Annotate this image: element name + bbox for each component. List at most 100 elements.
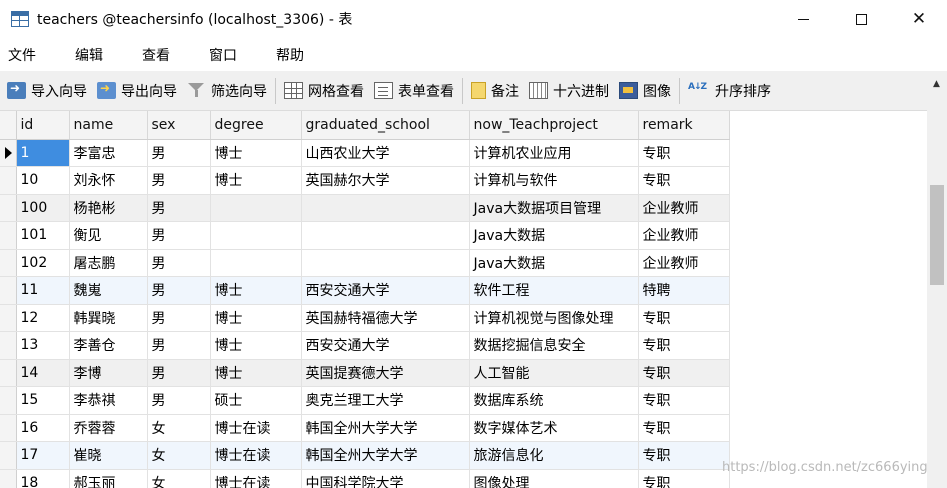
table-cell-remark[interactable]: 专职 <box>638 331 730 360</box>
table-cell-remark[interactable]: 企业教师 <box>638 221 730 250</box>
table-cell-now-teachproject[interactable]: Java大数据 <box>469 249 639 277</box>
table-cell-remark[interactable]: 企业教师 <box>638 194 730 222</box>
row-marker[interactable] <box>0 359 17 387</box>
table-cell-graduated-school[interactable]: 西安交通大学 <box>301 331 470 360</box>
table-cell-id[interactable]: 12 <box>16 304 70 332</box>
table-cell-now-teachproject[interactable]: 图像处理 <box>469 469 639 488</box>
maximize-button[interactable] <box>832 0 890 38</box>
menu-window[interactable]: 窗口 <box>201 45 237 65</box>
table-cell-graduated-school[interactable]: 英国赫尔大学 <box>301 166 470 195</box>
table-cell-degree[interactable]: 博士 <box>210 276 302 305</box>
table-cell-sex[interactable]: 男 <box>147 359 211 387</box>
menu-view[interactable]: 查看 <box>134 45 170 65</box>
row-marker[interactable] <box>0 441 17 470</box>
table-cell-name[interactable]: 乔蓉蓉 <box>69 414 148 442</box>
row-marker[interactable] <box>0 469 17 488</box>
table-cell-id[interactable]: 100 <box>16 194 70 222</box>
table-cell-name[interactable]: 崔晓 <box>69 441 148 470</box>
row-marker[interactable] <box>0 331 17 360</box>
table-cell-remark[interactable]: 专职 <box>638 166 730 195</box>
table-cell-remark[interactable]: 专职 <box>638 469 730 488</box>
table-cell-name[interactable]: 李博 <box>69 359 148 387</box>
export-wizard-button[interactable]: 导出向导 <box>97 76 177 106</box>
scrollbar-thumb[interactable] <box>930 185 944 285</box>
table-cell-sex[interactable]: 女 <box>147 441 211 470</box>
column-header-graduated-school[interactable]: graduated_school <box>301 111 470 140</box>
table-cell-now-teachproject[interactable]: 软件工程 <box>469 276 639 305</box>
grid-view-button[interactable]: 网格查看 <box>284 76 364 106</box>
table-cell-id[interactable]: 10 <box>16 166 70 195</box>
table-cell-sex[interactable]: 男 <box>147 304 211 332</box>
table-cell-sex[interactable]: 男 <box>147 194 211 222</box>
column-header-name[interactable]: name <box>69 111 148 140</box>
table-cell-id[interactable]: 16 <box>16 414 70 442</box>
table-row[interactable]: 13 李善仓男博士 西安交通大学 数据挖掘信息安全 专职 <box>0 331 730 360</box>
table-cell-sex[interactable]: 女 <box>147 469 211 488</box>
row-marker[interactable] <box>0 276 17 305</box>
table-cell-id[interactable]: 13 <box>16 331 70 360</box>
table-cell-graduated-school[interactable]: 中国科学院大学 <box>301 469 470 488</box>
table-cell-graduated-school[interactable]: 韩国全州大学大学 <box>301 414 470 442</box>
table-row[interactable]: 101 衡见男 Java大数据 企业教师 <box>0 221 730 250</box>
column-header-now-teachproject[interactable]: now_Teachproject <box>469 111 639 140</box>
row-marker[interactable] <box>0 194 17 222</box>
table-cell-degree[interactable]: 博士 <box>210 331 302 360</box>
table-cell-now-teachproject[interactable]: 人工智能 <box>469 359 639 387</box>
table-cell-graduated-school[interactable]: 山西农业大学 <box>301 139 470 167</box>
table-cell-name[interactable]: 李善仓 <box>69 331 148 360</box>
table-cell-name[interactable]: 屠志鹏 <box>69 249 148 277</box>
table-cell-name[interactable]: 李恭祺 <box>69 386 148 415</box>
form-view-button[interactable]: 表单查看 <box>374 76 454 106</box>
table-cell-id[interactable]: 17 <box>16 441 70 470</box>
table-cell-degree[interactable] <box>210 221 302 250</box>
table-cell-remark[interactable]: 专职 <box>638 441 730 470</box>
row-marker[interactable] <box>0 414 17 442</box>
table-cell-now-teachproject[interactable]: 旅游信息化 <box>469 441 639 470</box>
table-cell-id[interactable]: 15 <box>16 386 70 415</box>
import-wizard-button[interactable]: 导入向导 <box>7 76 87 106</box>
column-header-degree[interactable]: degree <box>210 111 302 140</box>
menu-file[interactable]: 文件 <box>0 45 36 65</box>
table-cell-sex[interactable]: 男 <box>147 166 211 195</box>
table-cell-id[interactable]: 102 <box>16 249 70 277</box>
table-row[interactable]: 12 韩巽晓男博士 英国赫特福德大学 计算机视觉与图像处理 专职 <box>0 304 730 332</box>
table-row[interactable]: 15 李恭祺男硕士 奥克兰理工大学 数据库系统 专职 <box>0 386 730 415</box>
table-cell-graduated-school[interactable]: 奥克兰理工大学 <box>301 386 470 415</box>
table-cell-graduated-school[interactable] <box>301 221 470 250</box>
table-cell-degree[interactable] <box>210 194 302 222</box>
table-cell-now-teachproject[interactable]: Java大数据 <box>469 221 639 250</box>
table-cell-sex[interactable]: 男 <box>147 249 211 277</box>
row-marker[interactable] <box>0 249 17 277</box>
table-cell-graduated-school[interactable]: 英国赫特福德大学 <box>301 304 470 332</box>
memo-button[interactable]: 备注 <box>471 76 519 106</box>
vertical-scrollbar[interactable]: ▲ <box>927 71 947 488</box>
sort-ascending-button[interactable]: 升序排序 <box>688 76 771 106</box>
table-cell-remark[interactable]: 特聘 <box>638 276 730 305</box>
table-cell-degree[interactable]: 博士 <box>210 139 302 167</box>
table-cell-remark[interactable]: 专职 <box>638 304 730 332</box>
table-cell-now-teachproject[interactable]: 计算机农业应用 <box>469 139 639 167</box>
hex-button[interactable]: 十六进制 <box>529 76 609 106</box>
table-cell-name[interactable]: 刘永怀 <box>69 166 148 195</box>
column-header-id[interactable]: id <box>16 111 70 140</box>
scroll-up-icon[interactable]: ▲ <box>933 79 940 89</box>
table-cell-degree[interactable]: 博士 <box>210 304 302 332</box>
table-cell-id[interactable]: 11 <box>16 276 70 305</box>
table-cell-id[interactable]: 1 <box>16 139 70 167</box>
column-header-remark[interactable]: remark <box>638 111 730 140</box>
table-cell-sex[interactable]: 男 <box>147 386 211 415</box>
table-row[interactable]: 1 李富忠男博士 山西农业大学 计算机农业应用 专职 <box>0 139 730 167</box>
table-cell-name[interactable]: 杨艳彬 <box>69 194 148 222</box>
table-cell-degree[interactable]: 博士 <box>210 166 302 195</box>
table-cell-degree[interactable]: 博士在读 <box>210 469 302 488</box>
row-marker[interactable] <box>0 139 17 167</box>
table-cell-graduated-school[interactable] <box>301 249 470 277</box>
table-cell-name[interactable]: 韩巽晓 <box>69 304 148 332</box>
table-cell-sex[interactable]: 男 <box>147 331 211 360</box>
table-row[interactable]: 18 郝玉丽女博士在读 中国科学院大学 图像处理 专职 <box>0 469 730 488</box>
table-cell-name[interactable]: 郝玉丽 <box>69 469 148 488</box>
table-cell-graduated-school[interactable]: 英国提赛德大学 <box>301 359 470 387</box>
table-cell-now-teachproject[interactable]: 计算机与软件 <box>469 166 639 195</box>
table-cell-now-teachproject[interactable]: 数据挖掘信息安全 <box>469 331 639 360</box>
table-cell-graduated-school[interactable] <box>301 194 470 222</box>
